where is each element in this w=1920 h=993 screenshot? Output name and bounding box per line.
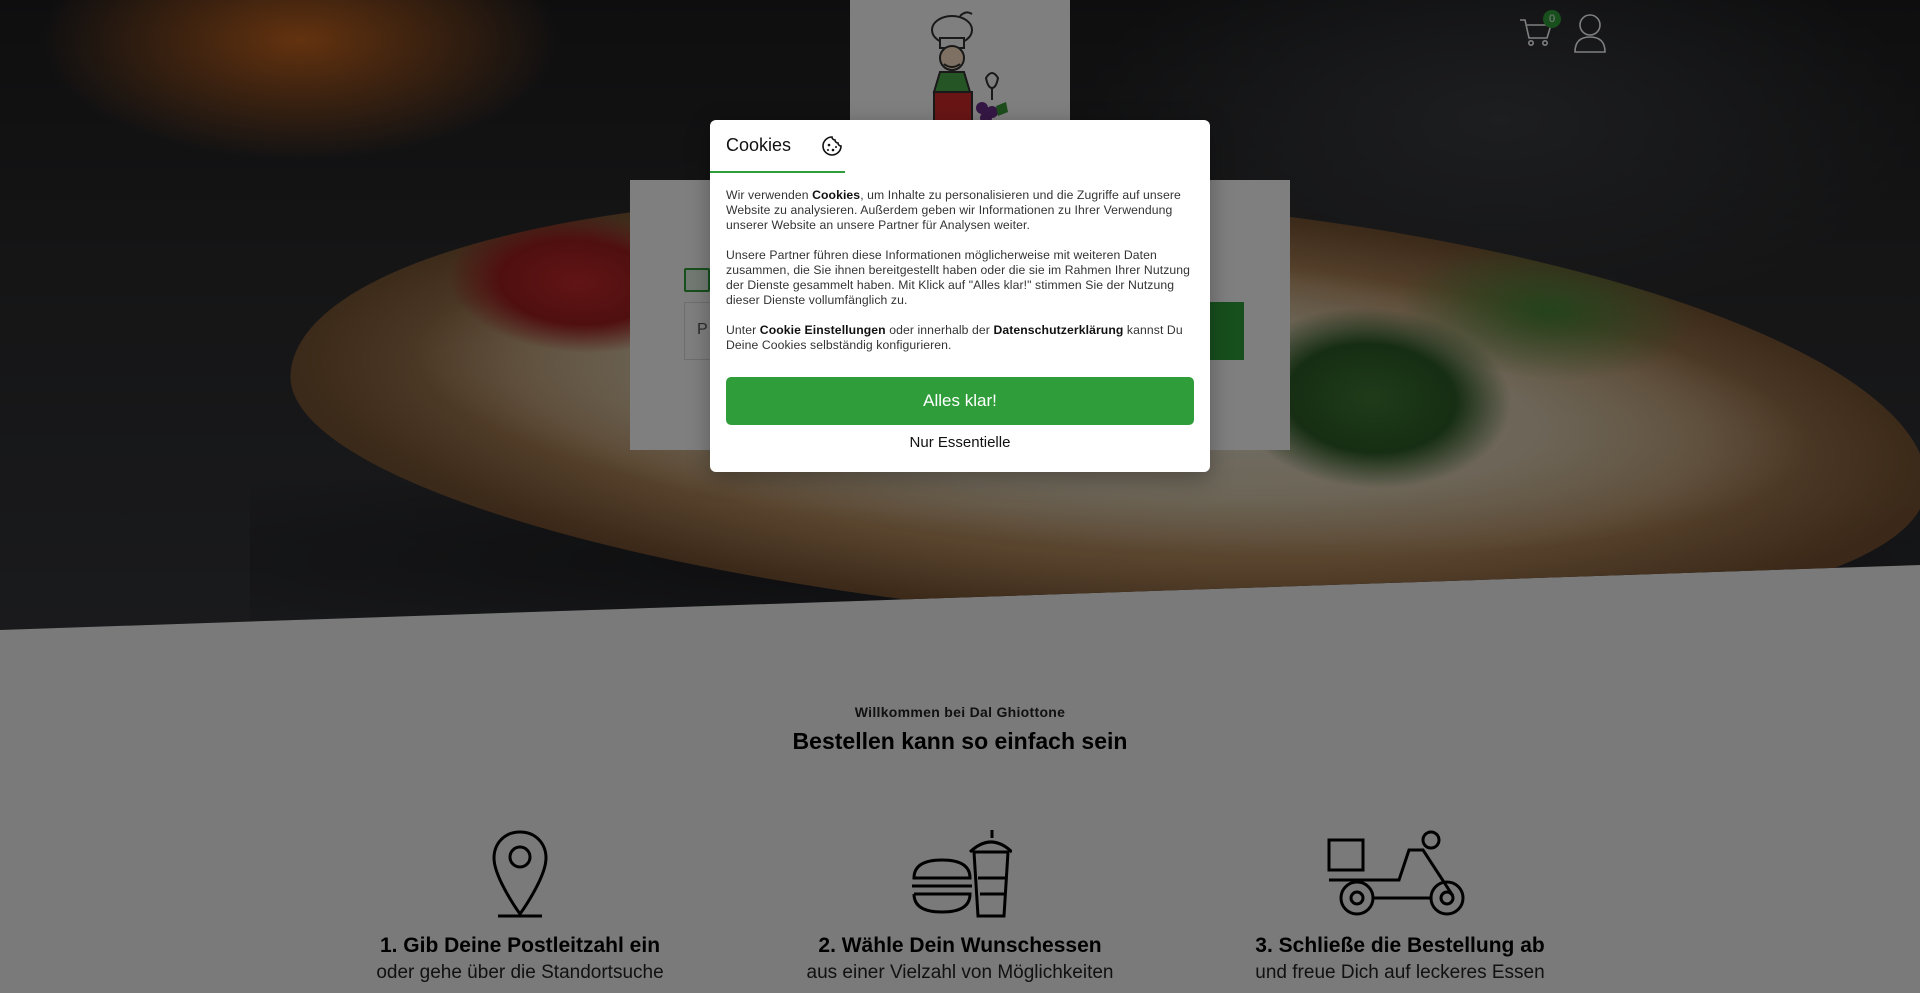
privacy-policy-link[interactable]: Datenschutzerklärung [993, 323, 1123, 337]
tab-cookies[interactable]: Cookies [710, 120, 845, 173]
cookies-term: Cookies [812, 188, 861, 202]
cookie-settings-link[interactable]: Cookie Einstellungen [760, 323, 886, 337]
cookie-paragraph-1: Wir verwenden Cookies, um Inhalte zu per… [726, 188, 1181, 232]
essential-cookies-only-link[interactable]: Nur Essentielle [710, 434, 1210, 451]
cookie-icon [822, 135, 842, 156]
cookie-paragraph-2: Unsere Partner führen diese Informatione… [726, 248, 1191, 307]
accept-all-cookies-button[interactable]: Alles klar! [726, 377, 1194, 425]
tab-cookies-label: Cookies [726, 135, 792, 155]
cookie-paragraph-3: Unter Cookie Einstellungen oder innerhal… [726, 323, 1183, 352]
cookie-consent-dialog: Cookies Wir verwenden Cookies, um Inhalt… [710, 120, 1210, 472]
cookie-description: Wir verwenden Cookies, um Inhalte zu per… [726, 188, 1196, 368]
